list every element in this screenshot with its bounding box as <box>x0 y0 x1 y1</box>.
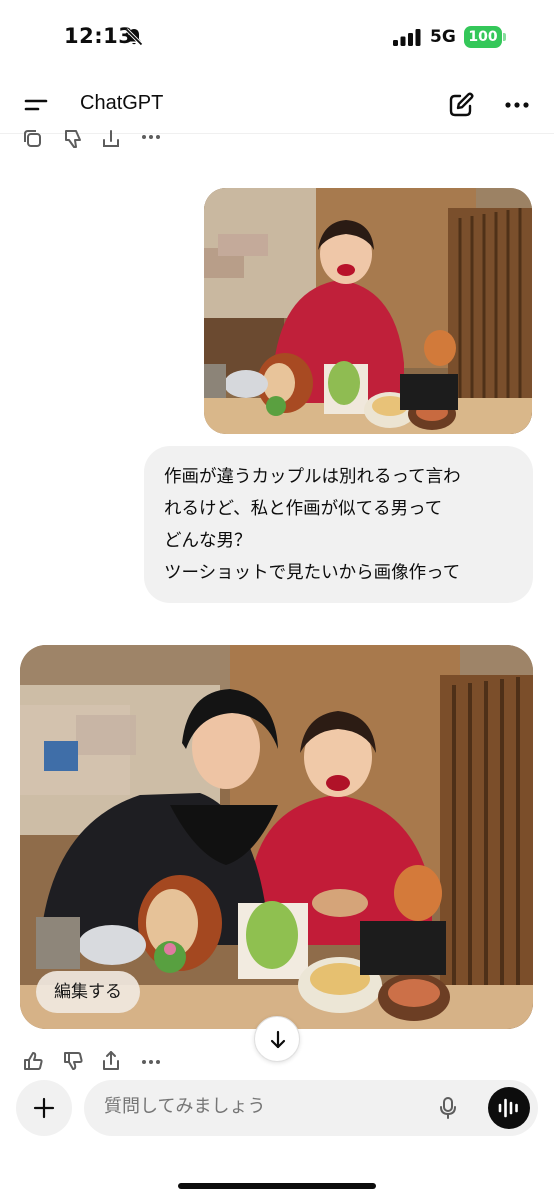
attach-button[interactable] <box>16 1080 72 1136</box>
thumbs-down-icon[interactable] <box>62 128 84 150</box>
message-input[interactable] <box>104 1096 424 1117</box>
user-message-line: れるけど、私と作画が似てる男って <box>164 499 443 519</box>
network-label: 5G <box>430 27 456 47</box>
more-icon[interactable] <box>503 92 531 118</box>
copy-icon[interactable] <box>22 128 44 150</box>
menu-icon[interactable] <box>22 92 50 118</box>
user-message-line: ツーショットで見たいから画像作って <box>164 563 461 583</box>
share-icon[interactable] <box>100 128 122 150</box>
battery-level: 100 <box>468 29 498 45</box>
thumbs-up-icon[interactable] <box>22 1050 44 1072</box>
home-indicator <box>178 1183 376 1189</box>
status-time: 12:13 <box>64 24 134 48</box>
microphone-icon[interactable] <box>438 1096 458 1120</box>
signal-icon <box>393 29 421 46</box>
app-title: ChatGPT <box>80 92 164 114</box>
user-message-bubble: 作画が違うカップルは別れるって言わ れるけど、私と作画が似てる男って どんな男？… <box>144 446 533 603</box>
plus-icon <box>33 1097 55 1119</box>
arrow-down-icon <box>270 1030 286 1049</box>
battery-icon: 100 <box>464 26 506 48</box>
bell-muted-icon <box>125 28 143 46</box>
status-bar: 12:13 5G 100 <box>0 0 554 74</box>
more-icon[interactable] <box>140 1050 162 1072</box>
user-message-line: 作画が違うカップルは別れるって言わ <box>164 467 461 487</box>
message-composer <box>84 1080 538 1136</box>
previous-message-actions <box>22 126 182 150</box>
app-header: ChatGPT <box>0 74 554 134</box>
edit-image-button[interactable]: 編集する <box>36 971 140 1013</box>
voice-mode-button[interactable] <box>488 1087 530 1129</box>
share-icon[interactable] <box>100 1050 122 1072</box>
more-icon[interactable] <box>140 128 162 150</box>
user-uploaded-photo[interactable] <box>204 188 532 434</box>
thumbs-down-icon[interactable] <box>62 1050 84 1072</box>
scroll-down-button[interactable] <box>254 1016 300 1062</box>
voice-wave-icon <box>498 1098 518 1118</box>
message-actions <box>22 1050 182 1074</box>
user-message-line: どんな男？ <box>164 531 252 551</box>
new-chat-icon[interactable] <box>447 91 475 119</box>
